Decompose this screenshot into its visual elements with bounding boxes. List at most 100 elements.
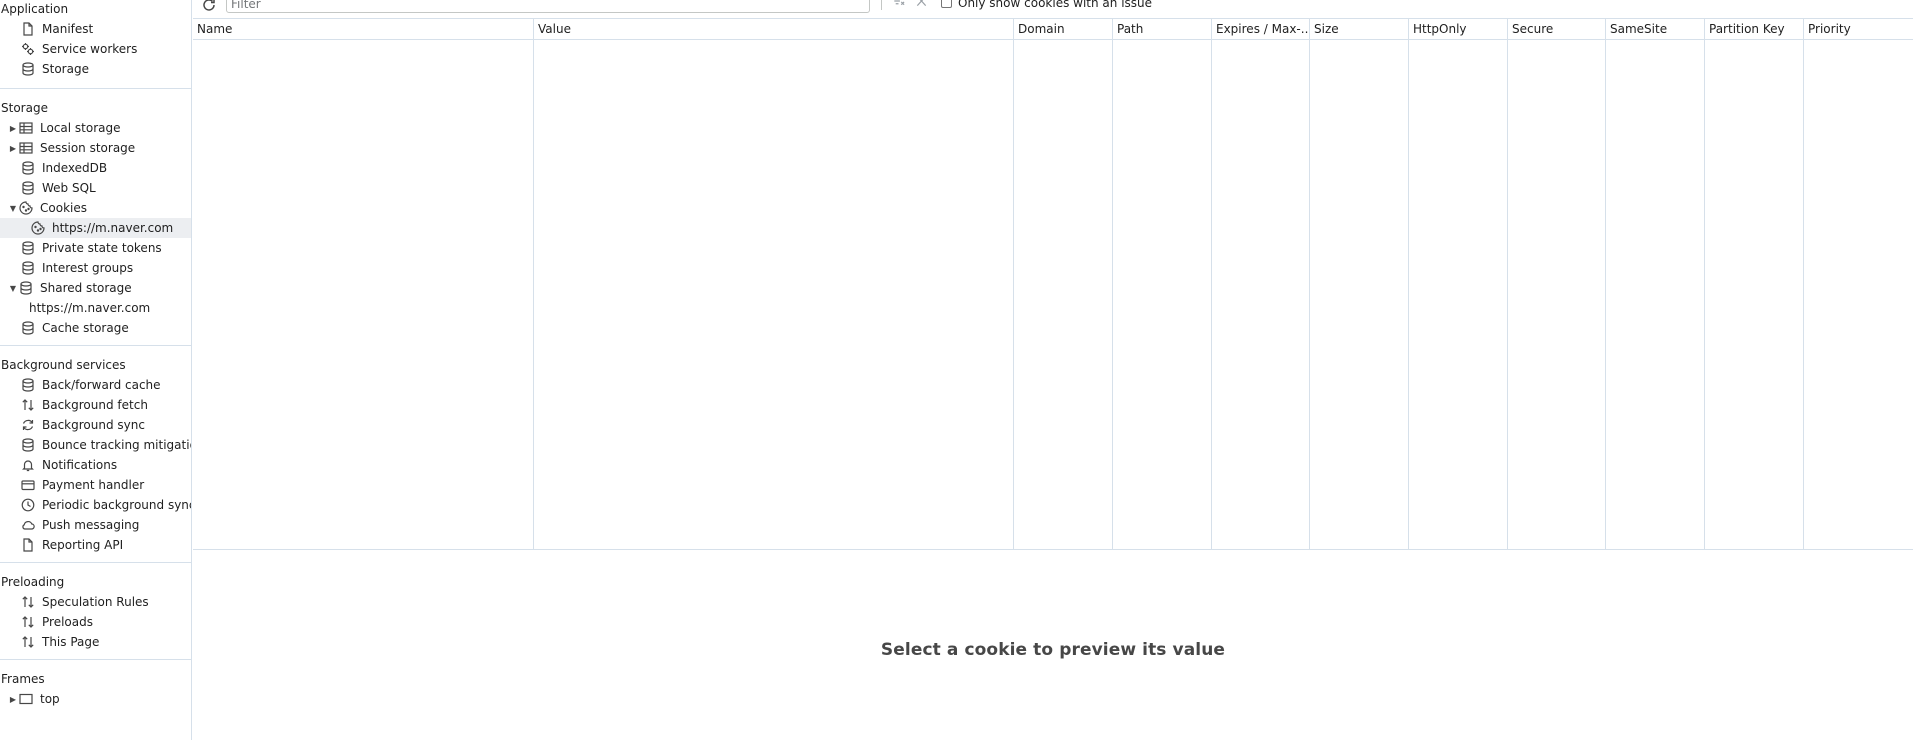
sidebar-item-label: IndexedDB bbox=[42, 161, 108, 175]
database-icon bbox=[20, 180, 36, 196]
sync-icon bbox=[20, 417, 36, 433]
filter-input[interactable] bbox=[226, 0, 870, 13]
only-issues-label[interactable]: Only show cookies with an issue bbox=[958, 0, 1152, 9]
sidebar-item-this-page[interactable]: This Page bbox=[0, 632, 191, 652]
column-divider bbox=[1605, 40, 1606, 550]
column-header-secure[interactable]: Secure bbox=[1507, 19, 1605, 39]
column-header-partition-key[interactable]: Partition Key bbox=[1704, 19, 1803, 39]
section-title-frames: Frames bbox=[1, 672, 45, 686]
sidebar-item-shared-storage[interactable]: ▼ Shared storage bbox=[0, 278, 191, 298]
only-issues-checkbox[interactable] bbox=[941, 0, 952, 8]
sidebar-item-background-fetch[interactable]: Background fetch bbox=[0, 395, 191, 415]
column-divider bbox=[1803, 40, 1804, 550]
expand-arrow-icon[interactable]: ▶ bbox=[8, 689, 18, 709]
sidebar-item-storage[interactable]: Storage bbox=[0, 59, 191, 79]
sidebar-item-label: Payment handler bbox=[42, 478, 145, 492]
column-header-name[interactable]: Name bbox=[193, 19, 533, 39]
column-header-path[interactable]: Path bbox=[1112, 19, 1211, 39]
sidebar-item-label: Manifest bbox=[42, 22, 94, 36]
sidebar-item-label: Periodic background sync bbox=[42, 498, 192, 512]
database-icon bbox=[20, 320, 36, 336]
sidebar-item-label: Reporting API bbox=[42, 538, 124, 552]
sidebar-item-label: Storage bbox=[42, 62, 89, 76]
sidebar-item-label: Session storage bbox=[40, 141, 136, 155]
sidebar-item-background-sync[interactable]: Background sync bbox=[0, 415, 191, 435]
column-divider bbox=[533, 40, 534, 550]
database-icon bbox=[20, 437, 36, 453]
column-header-domain[interactable]: Domain bbox=[1013, 19, 1112, 39]
section-title-storage: Storage bbox=[1, 101, 48, 115]
section-title-preloading: Preloading bbox=[1, 575, 65, 589]
refresh-icon[interactable] bbox=[201, 0, 217, 13]
credit-card-icon bbox=[20, 477, 36, 493]
database-icon bbox=[20, 61, 36, 77]
sidebar-item-cookies-m-naver[interactable]: https://m.naver.com bbox=[0, 218, 191, 238]
cookie-icon bbox=[30, 220, 46, 236]
sidebar-item-label: Cache storage bbox=[42, 321, 129, 335]
toolbar-divider bbox=[881, 0, 882, 10]
sidebar-item-cookies[interactable]: ▼ Cookies bbox=[0, 198, 191, 218]
clear-filtered-cookies-icon[interactable] bbox=[890, 0, 906, 8]
sidebar-item-label: Bounce tracking mitigations bbox=[42, 438, 191, 452]
column-header-expires[interactable]: Expires / Max-... bbox=[1211, 19, 1309, 39]
preview-empty-message: Select a cookie to preview its value bbox=[880, 640, 1226, 660]
column-header-value[interactable]: Value bbox=[533, 19, 1013, 39]
sidebar-item-push-messaging[interactable]: Push messaging bbox=[0, 515, 191, 535]
cookie-preview-pane: Select a cookie to preview its value bbox=[193, 551, 1913, 740]
sidebar-item-notifications[interactable]: Notifications bbox=[0, 455, 191, 475]
frame-icon bbox=[18, 691, 34, 707]
sidebar-item-private-state-tokens[interactable]: Private state tokens bbox=[0, 238, 191, 258]
expand-arrow-icon[interactable]: ▶ bbox=[8, 118, 18, 138]
column-header-httponly[interactable]: HttpOnly bbox=[1408, 19, 1507, 39]
sidebar-item-bounce-tracking[interactable]: Bounce tracking mitigations bbox=[0, 435, 191, 455]
column-header-priority[interactable]: Priority bbox=[1803, 19, 1913, 39]
file-icon bbox=[20, 537, 36, 553]
column-divider bbox=[1112, 40, 1113, 550]
sidebar-item-shared-storage-m-naver[interactable]: https://m.naver.com bbox=[0, 298, 191, 318]
sidebar-item-label: Back/forward cache bbox=[42, 378, 161, 392]
sidebar-item-preloads[interactable]: Preloads bbox=[0, 612, 191, 632]
column-divider bbox=[1507, 40, 1508, 550]
column-divider bbox=[1309, 40, 1310, 550]
sidebar-item-payment-handler[interactable]: Payment handler bbox=[0, 475, 191, 495]
sidebar-item-session-storage[interactable]: ▶ Session storage bbox=[0, 138, 191, 158]
sidebar-item-label: Interest groups bbox=[42, 261, 134, 275]
column-divider bbox=[1408, 40, 1409, 550]
database-icon bbox=[18, 280, 34, 296]
sidebar-item-back-forward-cache[interactable]: Back/forward cache bbox=[0, 375, 191, 395]
sidebar-item-indexeddb[interactable]: IndexedDB bbox=[0, 158, 191, 178]
table-icon bbox=[18, 140, 34, 156]
sidebar-item-periodic-background-sync[interactable]: Periodic background sync bbox=[0, 495, 191, 515]
sidebar-item-cache-storage[interactable]: Cache storage bbox=[0, 318, 191, 338]
up-down-arrows-icon bbox=[20, 397, 36, 413]
sidebar-item-label: Web SQL bbox=[42, 181, 96, 195]
sidebar-item-label: Private state tokens bbox=[42, 241, 162, 255]
collapse-arrow-icon[interactable]: ▼ bbox=[8, 278, 18, 298]
up-down-arrows-icon bbox=[20, 614, 36, 630]
clear-all-cookies-icon[interactable] bbox=[913, 0, 929, 8]
sidebar-item-interest-groups[interactable]: Interest groups bbox=[0, 258, 191, 278]
sidebar-item-web-sql[interactable]: Web SQL bbox=[0, 178, 191, 198]
cookies-toolbar: Only show cookies with an issue bbox=[193, 0, 1913, 18]
cookies-table: Name Value Domain Path Expires / Max-...… bbox=[193, 18, 1913, 550]
bell-icon bbox=[20, 457, 36, 473]
table-header: Name Value Domain Path Expires / Max-...… bbox=[193, 19, 1913, 40]
sidebar-item-frame-top[interactable]: ▶ top bbox=[0, 689, 191, 709]
sidebar-item-service-workers[interactable]: Service workers bbox=[0, 39, 191, 59]
sidebar-item-label: Speculation Rules bbox=[42, 595, 149, 609]
sidebar-item-local-storage[interactable]: ▶ Local storage bbox=[0, 118, 191, 138]
cookies-panel: Only show cookies with an issue Name Val… bbox=[193, 0, 1913, 740]
sidebar-item-speculation-rules[interactable]: Speculation Rules bbox=[0, 592, 191, 612]
column-header-size[interactable]: Size bbox=[1309, 19, 1408, 39]
sidebar-item-manifest[interactable]: Manifest bbox=[0, 19, 191, 39]
expand-arrow-icon[interactable]: ▶ bbox=[8, 138, 18, 158]
sidebar-item-label: Service workers bbox=[42, 42, 138, 56]
collapse-arrow-icon[interactable]: ▼ bbox=[8, 198, 18, 218]
sidebar-item-reporting-api[interactable]: Reporting API bbox=[0, 535, 191, 555]
up-down-arrows-icon bbox=[20, 634, 36, 650]
clock-icon bbox=[20, 497, 36, 513]
sidebar-item-label: Background sync bbox=[42, 418, 145, 432]
column-header-samesite[interactable]: SameSite bbox=[1605, 19, 1704, 39]
database-icon bbox=[20, 260, 36, 276]
up-down-arrows-icon bbox=[20, 594, 36, 610]
